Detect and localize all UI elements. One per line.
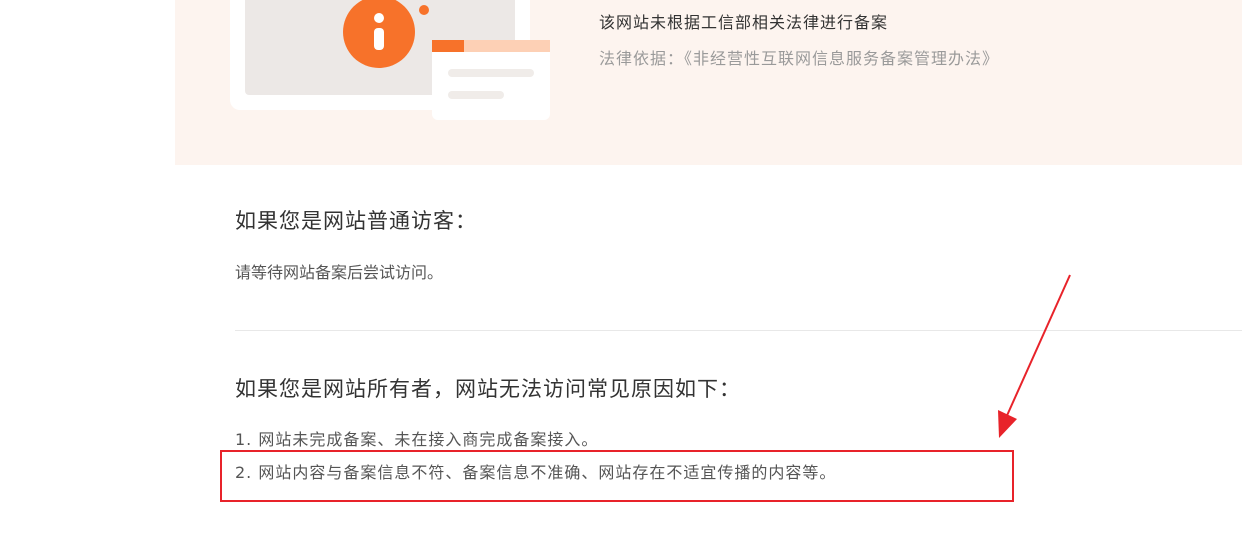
legal-basis-text: 法律依据：《非经营性互联网信息服务备案管理办法》 [599, 49, 1000, 68]
annotation-arrow-icon [998, 274, 1071, 438]
info-illustration-icon [230, 0, 550, 120]
annotation-highlight-box [220, 450, 1014, 502]
owner-heading: 如果您是网站所有者，网站无法访问常见原因如下： [235, 377, 741, 401]
reason-item: 1. 网站未完成备案、未在接入商完成备案接入。 [235, 430, 599, 449]
notice-banner: 该网站未根据工信部相关法律进行备案 法律依据：《非经营性互联网信息服务备案管理办… [175, 0, 1242, 165]
section-divider [235, 330, 1242, 331]
visitor-heading: 如果您是网站普通访客： [235, 209, 477, 233]
filing-notice-text: 该网站未根据工信部相关法律进行备案 [599, 13, 889, 32]
visitor-instruction: 请等待网站备案后尝试访问。 [235, 263, 444, 282]
